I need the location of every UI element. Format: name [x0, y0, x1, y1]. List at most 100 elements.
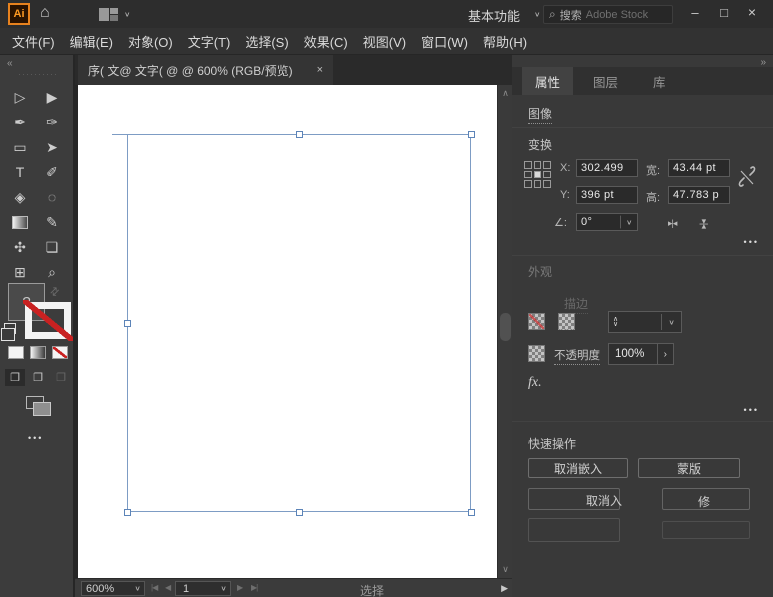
chevron-down-icon[interactable]: ∨ — [124, 10, 131, 19]
handle-bottom-center[interactable] — [296, 509, 303, 516]
color-swatch-white[interactable] — [8, 346, 24, 359]
last-artboard-icon[interactable]: ▶| — [251, 583, 257, 592]
scroll-down-icon[interactable]: ∨ — [498, 564, 513, 575]
handle-top-right[interactable] — [468, 131, 475, 138]
collapse-toolbar-icon[interactable]: « — [7, 58, 12, 69]
handle-top-center[interactable] — [296, 131, 303, 138]
free-transform-tool[interactable]: ➤ — [36, 135, 68, 159]
curvature-tool[interactable]: ✑ — [36, 110, 68, 134]
edit-toolbar-more-icon[interactable]: ••• — [28, 433, 43, 443]
rotate-angle-dropdown[interactable]: 0° ∨ — [576, 213, 638, 231]
paintbrush-tool[interactable]: ✐ — [36, 160, 68, 184]
close-tab-icon[interactable]: × — [317, 64, 323, 76]
status-bar-arrow-icon[interactable]: ▶ — [501, 583, 508, 594]
gradient-swatch[interactable] — [30, 346, 46, 359]
screen-mode-icon[interactable] — [26, 396, 44, 409]
x-input[interactable]: 302.499 — [576, 159, 638, 177]
zoom-level-dropdown[interactable]: 600% ∨ — [81, 581, 145, 596]
fx-effects-button[interactable]: fx. — [528, 375, 542, 391]
appearance-more-options-icon[interactable]: ••• — [744, 405, 759, 415]
selection-bounding-box[interactable] — [127, 134, 471, 512]
scrollbar-thumb[interactable] — [500, 313, 511, 341]
tab-layers[interactable]: 图层 — [580, 67, 631, 95]
default-fill-stroke-icon[interactable] — [4, 323, 16, 334]
flip-horizontal-icon[interactable]: ▸|◂ — [668, 218, 676, 229]
home-icon[interactable]: ⌂ — [40, 4, 50, 22]
handle-bottom-right[interactable] — [468, 509, 475, 516]
selection-tool[interactable]: ▶ — [36, 85, 68, 109]
zoom-tool[interactable]: ⌕ — [36, 260, 68, 284]
menu-effect[interactable]: 效果(C) — [304, 32, 348, 51]
menu-type[interactable]: 文字(T) — [188, 32, 231, 51]
handle-bottom-left[interactable] — [124, 509, 131, 516]
height-input[interactable]: 47.783 p — [668, 186, 730, 204]
mask-button[interactable]: 蒙版 — [638, 458, 740, 478]
unembed-button[interactable]: 取消嵌入 — [528, 458, 628, 478]
menu-view[interactable]: 视图(V) — [363, 32, 406, 51]
pencil-tool[interactable]: ✎ — [36, 210, 68, 234]
first-artboard-icon[interactable]: |◀ — [151, 583, 157, 592]
previous-artboard-icon[interactable]: ◀ — [165, 583, 170, 592]
width-input[interactable]: 43.44 pt — [668, 159, 730, 177]
canvas[interactable] — [78, 85, 497, 578]
constrain-proportions-unlinked-icon[interactable] — [738, 163, 756, 191]
chevron-down-icon[interactable]: ∨ — [534, 10, 541, 19]
type-tool[interactable]: T — [4, 160, 36, 184]
opacity-swatch[interactable] — [528, 345, 545, 362]
document-tab-bar: 序( 文@ 文字( @ @ 600% (RGB/预览) × — [75, 55, 512, 85]
menu-select[interactable]: 选择(S) — [245, 32, 288, 51]
blend-tool[interactable]: ✣ — [4, 235, 36, 259]
minimize-button[interactable]: – — [683, 3, 707, 21]
handle-mid-left[interactable] — [124, 320, 131, 327]
lasso-tool[interactable]: ◌ — [36, 185, 68, 209]
flip-vertical-icon[interactable]: ▸|◂ — [699, 219, 710, 227]
artboard-number-dropdown[interactable]: 1 ∨ — [175, 581, 231, 596]
image-section-header[interactable]: 图像 — [528, 105, 552, 124]
pen-tool[interactable]: ✒ — [4, 110, 36, 134]
draw-behind-mode[interactable]: ❐ — [28, 369, 48, 386]
next-artboard-icon[interactable]: ▶ — [237, 583, 242, 592]
document-tab[interactable]: 序( 文@ 文字( @ @ 600% (RGB/预览) × — [78, 55, 333, 85]
toolbar: « ·········· ▷ ▶ ✒ ✑ ▭ ➤ T ✐ ◈ ◌ ✎ ✣ ❏ ⊞… — [0, 55, 75, 597]
ghost-button-empty-left[interactable] — [528, 518, 620, 542]
ghost-button-empty-right[interactable] — [662, 521, 750, 539]
none-swatch[interactable] — [52, 346, 68, 359]
search-input[interactable]: ⌕ 搜索 Adobe Stock — [543, 5, 673, 24]
workspace-switcher[interactable]: 基本功能 — [468, 6, 520, 25]
stroke-weight-stepper[interactable]: ∧∨ ∨ — [608, 311, 682, 333]
swap-fill-stroke-icon[interactable]: ⇄ — [47, 284, 63, 300]
stroke-none-slash — [23, 300, 73, 341]
stepper-arrows-icon[interactable]: ∧∨ — [609, 317, 622, 327]
rectangle-tool[interactable]: ▭ — [4, 135, 36, 159]
stroke-swatch[interactable] — [558, 313, 575, 330]
direct-selection-tool[interactable]: ▷ — [4, 85, 36, 109]
tab-properties[interactable]: 属性 — [522, 67, 573, 95]
arrange-documents-icon[interactable] — [99, 8, 118, 21]
menu-help[interactable]: 帮助(H) — [483, 32, 527, 51]
maximize-button[interactable]: □ — [712, 3, 736, 21]
transform-more-options-icon[interactable]: ••• — [744, 237, 759, 247]
gradient-tool[interactable] — [4, 210, 36, 234]
scroll-up-icon[interactable]: ∧ — [498, 88, 513, 99]
menu-object[interactable]: 对象(O) — [128, 32, 173, 51]
symbol-tool[interactable]: ❏ — [36, 235, 68, 259]
menu-edit[interactable]: 编辑(E) — [70, 32, 113, 51]
artboard-tool[interactable]: ⊞ — [4, 260, 36, 284]
menu-file[interactable]: 文件(F) — [12, 32, 55, 51]
close-button[interactable]: × — [740, 3, 764, 21]
stroke-label[interactable]: 描边 — [564, 295, 588, 314]
opacity-label[interactable]: 不透明度 — [554, 347, 600, 365]
chevron-right-icon[interactable]: › — [657, 344, 673, 364]
menu-window[interactable]: 窗口(W) — [421, 32, 468, 51]
chevron-down-icon[interactable]: ∨ — [661, 314, 681, 330]
document-title: 序( 文@ 文字( @ @ 600% (RGB/预览) — [88, 62, 293, 79]
toolbar-grip[interactable]: ·········· — [18, 69, 58, 79]
vertical-scrollbar[interactable]: ∧ ∨ — [497, 85, 512, 578]
opacity-input[interactable]: 100% › — [608, 343, 674, 365]
y-input[interactable]: 396 pt — [576, 186, 638, 204]
draw-normal-mode[interactable]: ❐ — [5, 369, 25, 386]
eraser-tool[interactable]: ◈ — [4, 185, 36, 209]
reference-point-grid[interactable] — [524, 161, 551, 188]
fill-swatch[interactable] — [528, 313, 545, 330]
tab-libraries[interactable]: 库 — [640, 67, 679, 95]
